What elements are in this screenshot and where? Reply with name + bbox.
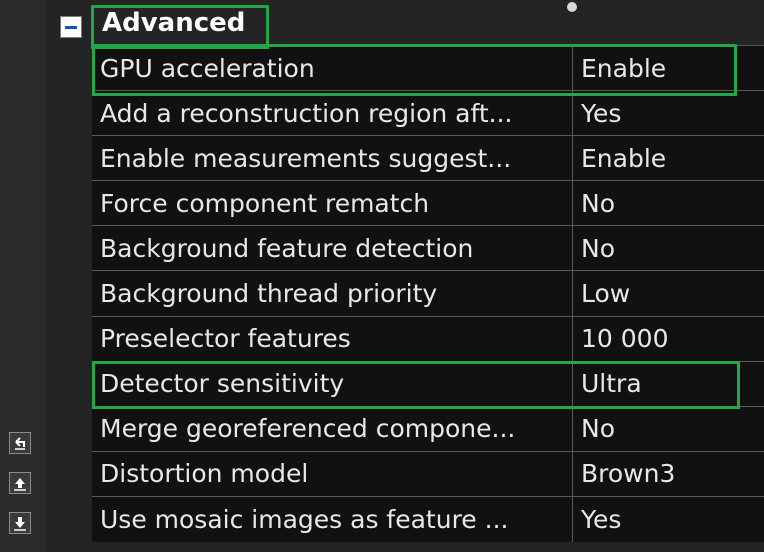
property-row[interactable]: Background feature detection No xyxy=(92,226,764,272)
property-row[interactable]: Distortion model Brown3 xyxy=(92,451,764,497)
property-value[interactable]: Yes xyxy=(573,91,764,136)
property-value[interactable]: No xyxy=(573,226,764,271)
property-name: Merge georeferenced compone... xyxy=(92,406,573,451)
property-name: Use mosaic images as feature ... xyxy=(92,496,573,543)
upload-arrow-icon[interactable] xyxy=(9,472,31,494)
property-name: GPU acceleration xyxy=(92,46,573,91)
property-row[interactable]: Enable measurements suggest... Enable xyxy=(92,136,764,182)
property-name: Enable measurements suggest... xyxy=(92,136,573,181)
property-value[interactable]: Enable xyxy=(573,46,764,91)
property-name: Background thread priority xyxy=(92,271,573,316)
property-value[interactable]: No xyxy=(573,406,764,451)
property-row[interactable]: Preselector features 10 000 xyxy=(92,316,764,362)
download-arrow-icon[interactable] xyxy=(9,512,31,534)
property-value[interactable]: Yes xyxy=(573,496,764,543)
section-title: Advanced xyxy=(102,8,246,38)
section-header-advanced[interactable]: Advanced xyxy=(54,6,764,46)
property-name: Distortion model xyxy=(92,451,573,496)
property-row[interactable]: Use mosaic images as feature ... Yes xyxy=(92,496,764,543)
property-name: Force component rematch xyxy=(92,181,573,226)
property-row[interactable]: Add a reconstruction region aft... Yes xyxy=(92,91,764,137)
collapse-minus-icon[interactable] xyxy=(60,16,82,38)
property-name: Add a reconstruction region aft... xyxy=(92,91,573,136)
property-value[interactable]: Enable xyxy=(573,136,764,181)
property-grid: GPU acceleration Enable Add a reconstruc… xyxy=(92,45,764,543)
undo-arrow-icon[interactable] xyxy=(9,432,31,454)
property-row[interactable]: Force component rematch No xyxy=(92,181,764,227)
left-gutter xyxy=(0,0,46,552)
property-value[interactable]: Brown3 xyxy=(573,451,764,496)
property-row[interactable]: GPU acceleration Enable xyxy=(92,46,764,92)
property-value[interactable]: Ultra xyxy=(573,361,764,406)
property-row[interactable]: Merge georeferenced compone... No xyxy=(92,406,764,452)
property-value[interactable]: 10 000 xyxy=(573,316,764,361)
property-value[interactable]: Low xyxy=(573,271,764,316)
property-value[interactable]: No xyxy=(573,181,764,226)
property-row[interactable]: Detector sensitivity Ultra xyxy=(92,361,764,407)
property-name: Background feature detection xyxy=(92,226,573,271)
property-row[interactable]: Background thread priority Low xyxy=(92,271,764,317)
property-name: Detector sensitivity xyxy=(92,361,573,406)
property-name: Preselector features xyxy=(92,316,573,361)
